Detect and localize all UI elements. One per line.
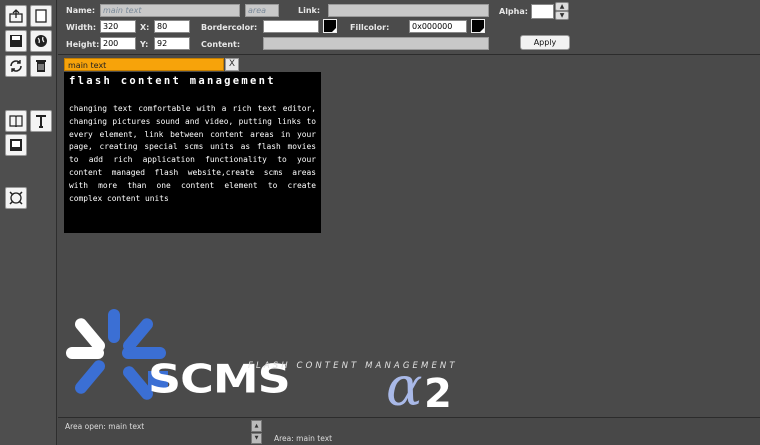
height-field[interactable]: 200 [100,37,136,50]
text-tool-button[interactable] [30,110,52,132]
export-icon [9,9,23,23]
name-label: Name: [66,6,96,15]
alpha-label: Alpha: [499,7,528,16]
width-label: Width: [66,23,97,32]
media-button[interactable] [5,134,27,156]
bordercolor-label: Bordercolor: [201,23,258,32]
media-icon [10,139,22,151]
tab-close-button[interactable]: X [225,58,239,71]
link-label: Link: [298,6,321,15]
x-label: X: [140,23,150,32]
alpha-field[interactable] [531,4,554,19]
x-field[interactable]: 80 [154,20,190,33]
new-page-icon [35,9,47,23]
alpha-down-icon[interactable]: ▼ [555,11,569,20]
status-area-open: Area open: main text [65,422,145,431]
expand-icon [9,191,23,205]
fillcolor-swatch[interactable] [471,19,485,33]
export-button[interactable] [5,5,27,27]
logo-tagline: FLASH CONTENT MANAGEMENT [248,361,458,371]
y-field[interactable]: 92 [154,37,190,50]
book-button[interactable] [5,110,27,132]
save-button[interactable] [5,30,27,52]
name-field[interactable]: main text [100,4,240,17]
left-toolbar [0,0,57,445]
height-label: Height: [66,40,100,49]
bordercolor-swatch[interactable] [323,19,337,33]
content-field[interactable] [263,37,489,50]
apply-button[interactable]: Apply [520,35,570,50]
width-field[interactable]: 320 [100,20,136,33]
content-title: flash content management [69,75,276,87]
content-element[interactable]: flash content management changing text c… [64,72,321,233]
properties-panel: Name: main text area Link: Alpha: ▲ ▼ Wi… [58,0,760,55]
trash-button[interactable] [30,55,52,77]
refresh-icon [10,60,22,72]
book-icon [9,115,23,128]
scms-logo: SCMS α 2 [66,309,452,415]
bordercolor-field[interactable] [263,20,319,33]
text-icon [36,115,46,128]
trash-icon [36,60,46,72]
expand-button[interactable] [5,187,27,209]
logo-version: 2 [424,371,452,415]
link-field[interactable] [328,4,489,17]
status-scrollbar[interactable]: ▲ ▼ [251,420,262,444]
y-label: Y: [140,40,149,49]
refresh-button[interactable] [5,55,27,77]
globe-button[interactable] [30,30,52,52]
content-body: changing text comfortable with a rich te… [69,104,316,203]
content-label: Content: [201,40,241,49]
status-area: Area: main text [274,434,333,443]
fillcolor-label: Fillcolor: [350,23,390,32]
alpha-up-icon[interactable]: ▲ [555,2,569,11]
globe-icon [35,35,47,47]
scroll-up-icon[interactable]: ▲ [251,420,262,432]
area-field[interactable]: area [245,4,279,17]
new-page-button[interactable] [30,5,52,27]
status-bar: Area open: main text ▲ ▼ Area: main text [58,417,760,445]
alpha-stepper[interactable]: ▲ ▼ [555,2,569,20]
save-icon [10,35,22,47]
fillcolor-field[interactable]: 0x000000 [409,20,467,33]
scroll-down-icon[interactable]: ▼ [251,432,262,444]
tab-main-text[interactable]: main text [64,58,224,71]
